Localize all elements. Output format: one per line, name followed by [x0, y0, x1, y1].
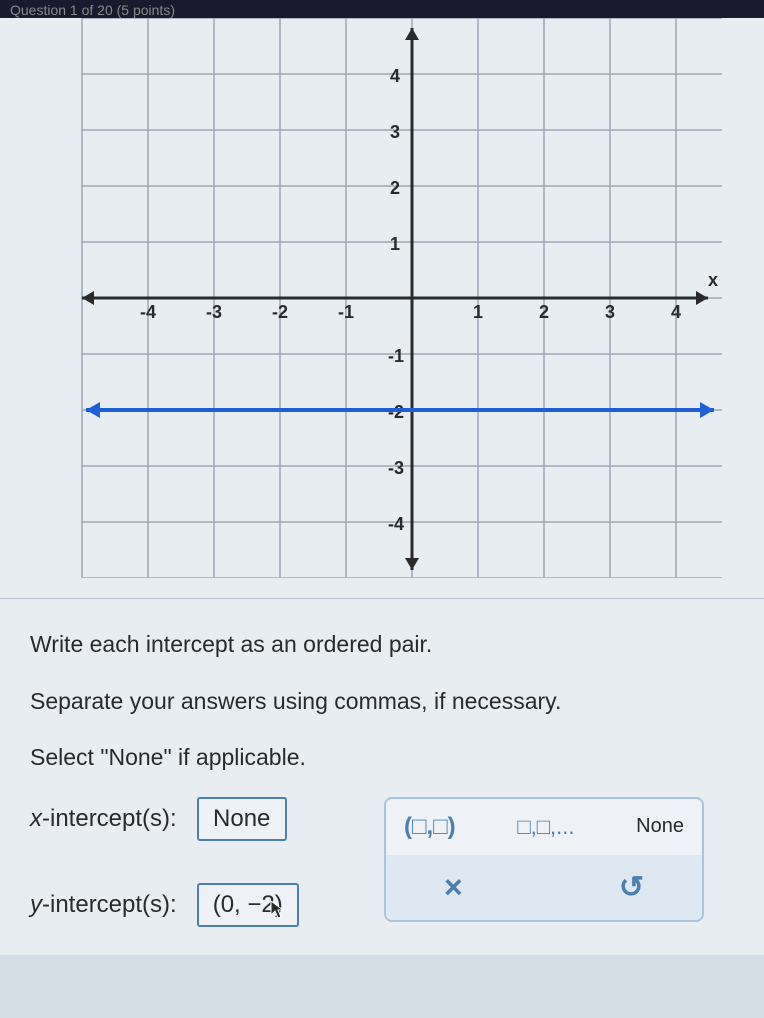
cursor-icon	[269, 899, 287, 921]
undo-button[interactable]: ↺	[619, 870, 684, 905]
plot-arrow-right	[700, 402, 714, 418]
x-tick: -2	[272, 302, 288, 322]
clear-icon: ×	[444, 869, 463, 905]
y-tick: 2	[390, 178, 400, 198]
x-tick: -1	[338, 302, 354, 322]
y-tick: -3	[388, 458, 404, 478]
x-intercept-input[interactable]: None	[197, 797, 287, 841]
x-tick: 3	[605, 302, 615, 322]
y-intercept-input[interactable]: (0, −2)	[197, 883, 299, 927]
tool-palette: (□,□) □,□,... None × ↺	[384, 797, 704, 922]
y-tick: -4	[388, 514, 404, 534]
y-tick: 4	[390, 66, 400, 86]
y-intercept-row: y-intercept(s): (0, −2)	[30, 883, 420, 927]
y-tick: 3	[390, 122, 400, 142]
header-bar: Question 1 of 20 (5 points)	[0, 0, 764, 18]
x-intercept-label: x-intercept(s):	[30, 805, 177, 833]
graph-svg: -4 -3 -2 -1 1 2 3 4 4 3 2 1 -1 -2 -3 -4 …	[42, 18, 722, 578]
answers-block: (□,□) □,□,... None × ↺ x-intercept(s): N…	[30, 797, 734, 927]
y-tick: 1	[390, 234, 400, 254]
x-tick: 1	[473, 302, 483, 322]
list-button[interactable]: □,□,...	[517, 814, 574, 840]
y-tick: -1	[388, 346, 404, 366]
instruction-line-1: Write each intercept as an ordered pair.	[30, 627, 734, 662]
y-intercept-label: y-intercept(s):	[30, 891, 177, 919]
clear-button[interactable]: ×	[404, 869, 463, 906]
ordered-pair-button[interactable]: (□,□)	[404, 813, 456, 841]
x-tick: -3	[206, 302, 222, 322]
graph-section: -4 -3 -2 -1 1 2 3 4 4 3 2 1 -1 -2 -3 -4 …	[0, 18, 764, 598]
question-counter: Question 1 of 20 (5 points)	[10, 2, 175, 18]
plot-arrow-left	[86, 402, 100, 418]
x-tick: 4	[671, 302, 681, 322]
x-intercept-row: x-intercept(s): None	[30, 797, 420, 841]
x-tick: -4	[140, 302, 156, 322]
x-tick: 2	[539, 302, 549, 322]
x-axis-label: x	[708, 270, 718, 290]
question-section: Write each intercept as an ordered pair.…	[0, 599, 764, 955]
undo-icon: ↺	[619, 871, 644, 904]
coordinate-graph: -4 -3 -2 -1 1 2 3 4 4 3 2 1 -1 -2 -3 -4 …	[42, 18, 722, 578]
none-button[interactable]: None	[636, 815, 684, 838]
instruction-line-3: Select "None" if applicable.	[30, 740, 734, 775]
instruction-line-2: Separate your answers using commas, if n…	[30, 684, 734, 719]
